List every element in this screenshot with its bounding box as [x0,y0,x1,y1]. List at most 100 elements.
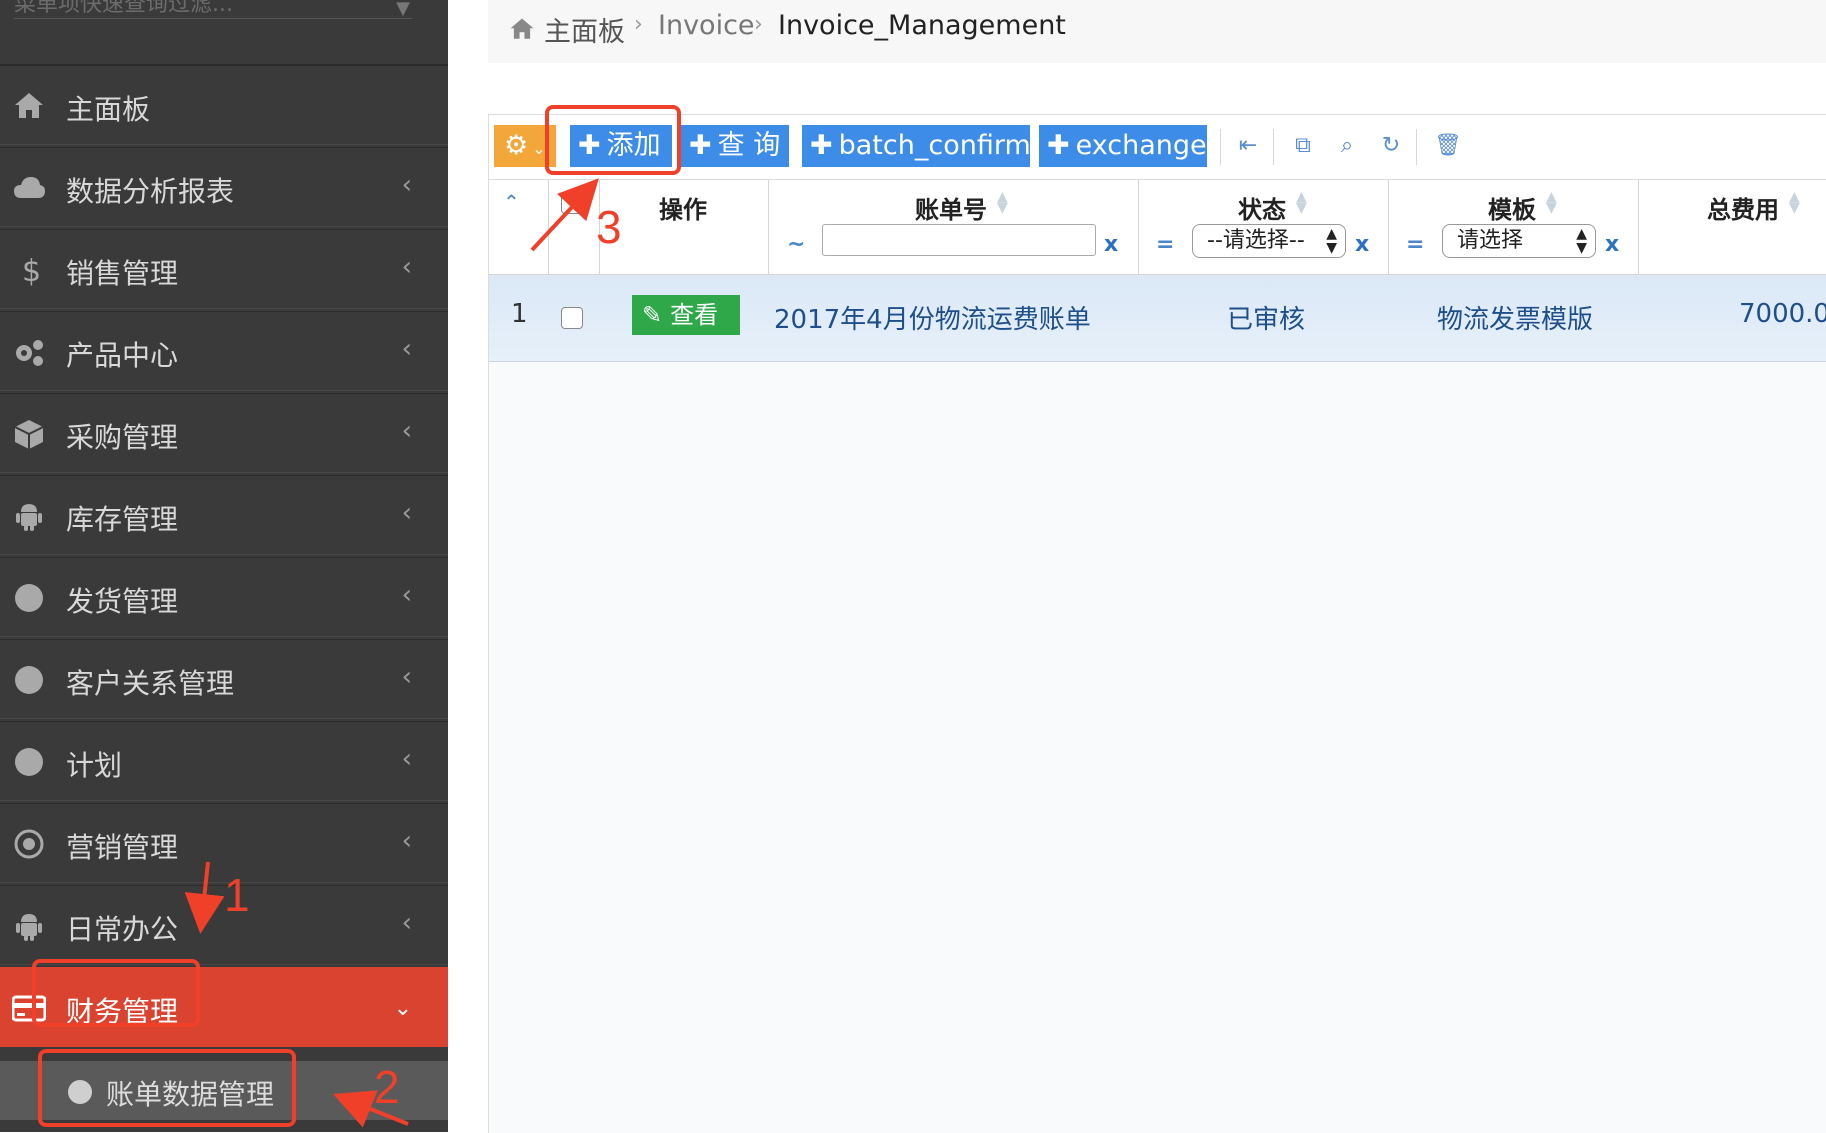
sidebar-item-plan[interactable]: 计划 ‹ [0,721,448,801]
chevron-left-icon: ‹ [401,334,412,364]
sidebar-item-shipping[interactable]: 发货管理 ‹ [0,557,448,637]
chevron-left-icon: ‹ [401,662,412,692]
view-button[interactable]: ✎ 查看 [632,295,740,335]
total-cost-cell: 7000.0 [1739,299,1826,329]
sidebar-item-label: 计划 [66,749,123,782]
annotation-box-bill-data [38,1049,296,1127]
menu-search[interactable]: 菜单项快速查询过滤... ▼ [0,0,448,65]
sidebar-item-label: 发货管理 [66,585,179,618]
bill-no-cell: 2017年4月份物流运费账单 [774,305,1091,335]
refresh-icon[interactable]: ↻ [1378,133,1404,159]
sidebar-item-label: 库存管理 [66,503,179,536]
breadcrumb-invoice[interactable]: Invoice [658,10,755,41]
sidebar-item-label: 销售管理 [66,257,179,290]
sidebar-item-label: 客户关系管理 [66,667,235,700]
filter-operator: ~ [787,232,806,257]
sidebar-item-crm[interactable]: 客户关系管理 ‹ [0,639,448,719]
breadcrumb-home[interactable]: 主面板 [544,10,625,49]
column-header-status[interactable]: 状态 [1238,190,1286,225]
column-header-bill-no[interactable]: 账单号 [915,190,987,225]
batch-confirm-button[interactable]: ✚ batch_confirm [802,125,1031,167]
sort-icon[interactable]: ▲ ▼ [997,190,1008,215]
table-row[interactable]: 1 ✎ 查看 2017年4月份物流运费账单 已审核 物流发票模版 7000.0 [489,275,1826,362]
circle-icon [15,584,43,612]
chevron-left-icon: ‹ [401,416,412,446]
annotation-number-1: 1 [224,869,250,921]
sidebar-item-products[interactable]: 产品中心 ‹ [0,311,448,391]
search-icon[interactable]: ⌕ [1334,133,1360,159]
cloud-icon [14,177,45,198]
breadcrumb-separator: › [754,12,763,37]
dot-circle-icon [14,829,44,859]
annotation-box-finance [32,959,200,1027]
sidebar-item-label: 营销管理 [66,831,179,864]
annotation-box-add-button [545,105,681,175]
sidebar-item-label: 主面板 [66,93,151,126]
annotation-number-2: 2 [374,1061,400,1113]
sort-icon[interactable]: ▲ ▼ [1789,190,1800,215]
sidebar-item-label: 数据分析报表 [66,175,235,208]
select-all-checkbox[interactable] [561,192,583,214]
column-header-total-cost[interactable]: 总费用 [1707,190,1779,225]
circle-icon [15,666,43,694]
dollar-icon: $ [22,254,41,286]
row-checkbox[interactable] [561,307,583,329]
plus-icon: ✚ [689,130,712,161]
circle-icon [15,748,43,776]
edit-icon: ✎ [642,301,663,329]
chevron-left-icon: ‹ [401,170,412,200]
breadcrumb-current: Invoice_Management [778,10,1066,41]
filter-operator: = [1156,232,1175,257]
sidebar-item-analytics[interactable]: 数据分析报表 ‹ [0,147,448,227]
column-header-action: 操作 [659,196,707,224]
menu-search-input[interactable]: 菜单项快速查询过滤... [14,0,233,18]
cogs-icon [16,340,43,366]
bill-no-filter-input[interactable] [822,224,1096,256]
exchange-button[interactable]: ✚ exchange [1039,125,1207,167]
clear-filter-button[interactable]: x [1355,232,1369,257]
select-arrows-icon: ▲ ▼ [1326,226,1337,256]
chevron-left-icon: ‹ [401,908,412,938]
chevron-left-icon: ‹ [401,498,412,528]
template-filter-select[interactable]: 请选择 ▲ ▼ [1442,224,1596,258]
chevron-down-icon: ⌄ [532,139,546,158]
gear-icon: ⚙ [504,130,529,161]
sort-icon[interactable]: ▲ ▼ [1296,190,1307,215]
plus-icon: ✚ [1047,130,1070,161]
toolbar-divider [1220,129,1221,165]
sidebar-item-label: 采购管理 [66,421,179,454]
chevron-left-icon: ‹ [401,744,412,774]
filter-icon: ▼ [396,0,410,19]
toolbar-divider [1416,129,1417,165]
svg-text:$: $ [22,254,41,286]
collapse-grid-icon[interactable]: ⌃ [503,190,520,214]
column-header-template[interactable]: 模板 [1488,190,1536,225]
android-icon [16,914,42,941]
sidebar-item-dashboard[interactable]: 主面板 [0,65,448,145]
template-cell: 物流发票模版 [1437,305,1594,335]
sidebar-item-label: 产品中心 [66,339,179,372]
invoice-grid: ⚙ ⌄ ✚ 添加 ✚ 查 询 ✚ batch_confirm ✚ exchange ⇤ ⧉… [488,114,1826,1133]
query-button[interactable]: ✚ 查 询 [681,125,789,167]
sort-icon[interactable]: ▲ ▼ [1546,190,1557,215]
sidebar-item-sales[interactable]: $ 销售管理 ‹ [0,229,448,309]
home-icon [510,18,534,39]
columns-icon[interactable]: ⧉ [1290,133,1316,159]
clear-filter-button[interactable]: x [1605,232,1619,257]
plus-icon: ✚ [810,130,833,161]
chevron-left-icon: ‹ [401,580,412,610]
clear-filter-button[interactable]: x [1104,232,1118,257]
toolbar-divider [1273,129,1274,165]
sidebar-item-inventory[interactable]: 库存管理 ‹ [0,475,448,555]
chevron-left-icon: ‹ [401,252,412,282]
status-filter-select[interactable]: --请选择-- ▲ ▼ [1192,224,1346,258]
first-page-icon[interactable]: ⇤ [1235,133,1261,159]
select-arrows-icon: ▲ ▼ [1576,226,1587,256]
row-number: 1 [511,299,528,329]
breadcrumb-separator: › [634,12,643,37]
home-icon [15,93,43,118]
annotation-number-3: 3 [596,201,622,253]
sidebar-item-purchasing[interactable]: 采购管理 ‹ [0,393,448,473]
trash-icon[interactable]: 🗑 [1434,133,1462,159]
chevron-left-icon: ‹ [401,826,412,856]
